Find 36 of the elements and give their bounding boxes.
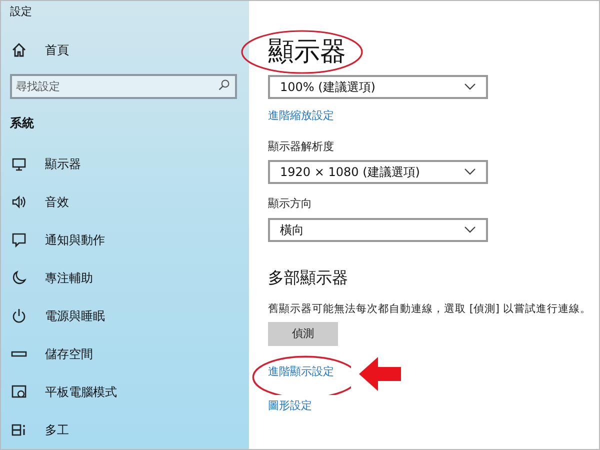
sidebar-nav-item[interactable]: 平板電腦模式	[10, 382, 240, 402]
dropdown[interactable]: 橫向	[268, 218, 488, 242]
sidebar-nav-item[interactable]: 電源與睡眠	[10, 306, 240, 326]
search-field[interactable]: 尋找設定	[10, 74, 237, 98]
description-text: 舊顯示器可能無法每次都自動連線，選取 [偵測] 以嘗試進行連線。	[268, 302, 591, 316]
settings-link[interactable]: 圖形設定	[268, 398, 312, 414]
power-icon	[11, 308, 27, 324]
chevron-down-icon	[464, 83, 476, 91]
chevron-down-icon	[464, 226, 476, 234]
speaker-icon	[11, 194, 27, 210]
moon-icon	[11, 270, 27, 286]
field-label: 顯示方向	[268, 196, 312, 212]
home-icon	[11, 42, 27, 58]
section-heading: 多部顯示器	[268, 266, 348, 288]
home-nav-item[interactable]: 首頁	[10, 40, 240, 58]
section-heading: 系統	[10, 114, 34, 132]
sidebar-nav-item[interactable]: 專注輔助	[10, 268, 240, 288]
tablet-icon	[11, 384, 27, 400]
window-title: 設定	[10, 4, 32, 20]
sidebar-nav-item[interactable]: 音效	[10, 192, 240, 212]
multitask-icon	[11, 422, 27, 438]
field-label: 顯示器解析度	[268, 138, 334, 154]
sidebar-nav-item[interactable]: 通知與動作	[10, 230, 240, 250]
page-title: 顯示器	[268, 36, 346, 69]
advanced-scaling-link[interactable]: 進階縮放設定	[268, 108, 334, 124]
monitor-icon	[11, 156, 27, 172]
speech-bubble-icon	[11, 232, 27, 248]
chevron-down-icon	[464, 168, 476, 176]
search-icon	[218, 78, 230, 90]
sidebar-nav-item[interactable]: 儲存空間	[10, 344, 240, 364]
dropdown[interactable]: 1920 × 1080 (建議選項)	[268, 160, 488, 184]
sidebar-nav-item[interactable]: 多工	[10, 420, 240, 440]
pointer-arrow	[359, 357, 401, 391]
detect-button[interactable]: 偵測	[268, 322, 338, 346]
sidebar-nav-item[interactable]: 顯示器	[10, 154, 240, 174]
dropdown[interactable]: 100% (建議選項)	[268, 75, 488, 99]
